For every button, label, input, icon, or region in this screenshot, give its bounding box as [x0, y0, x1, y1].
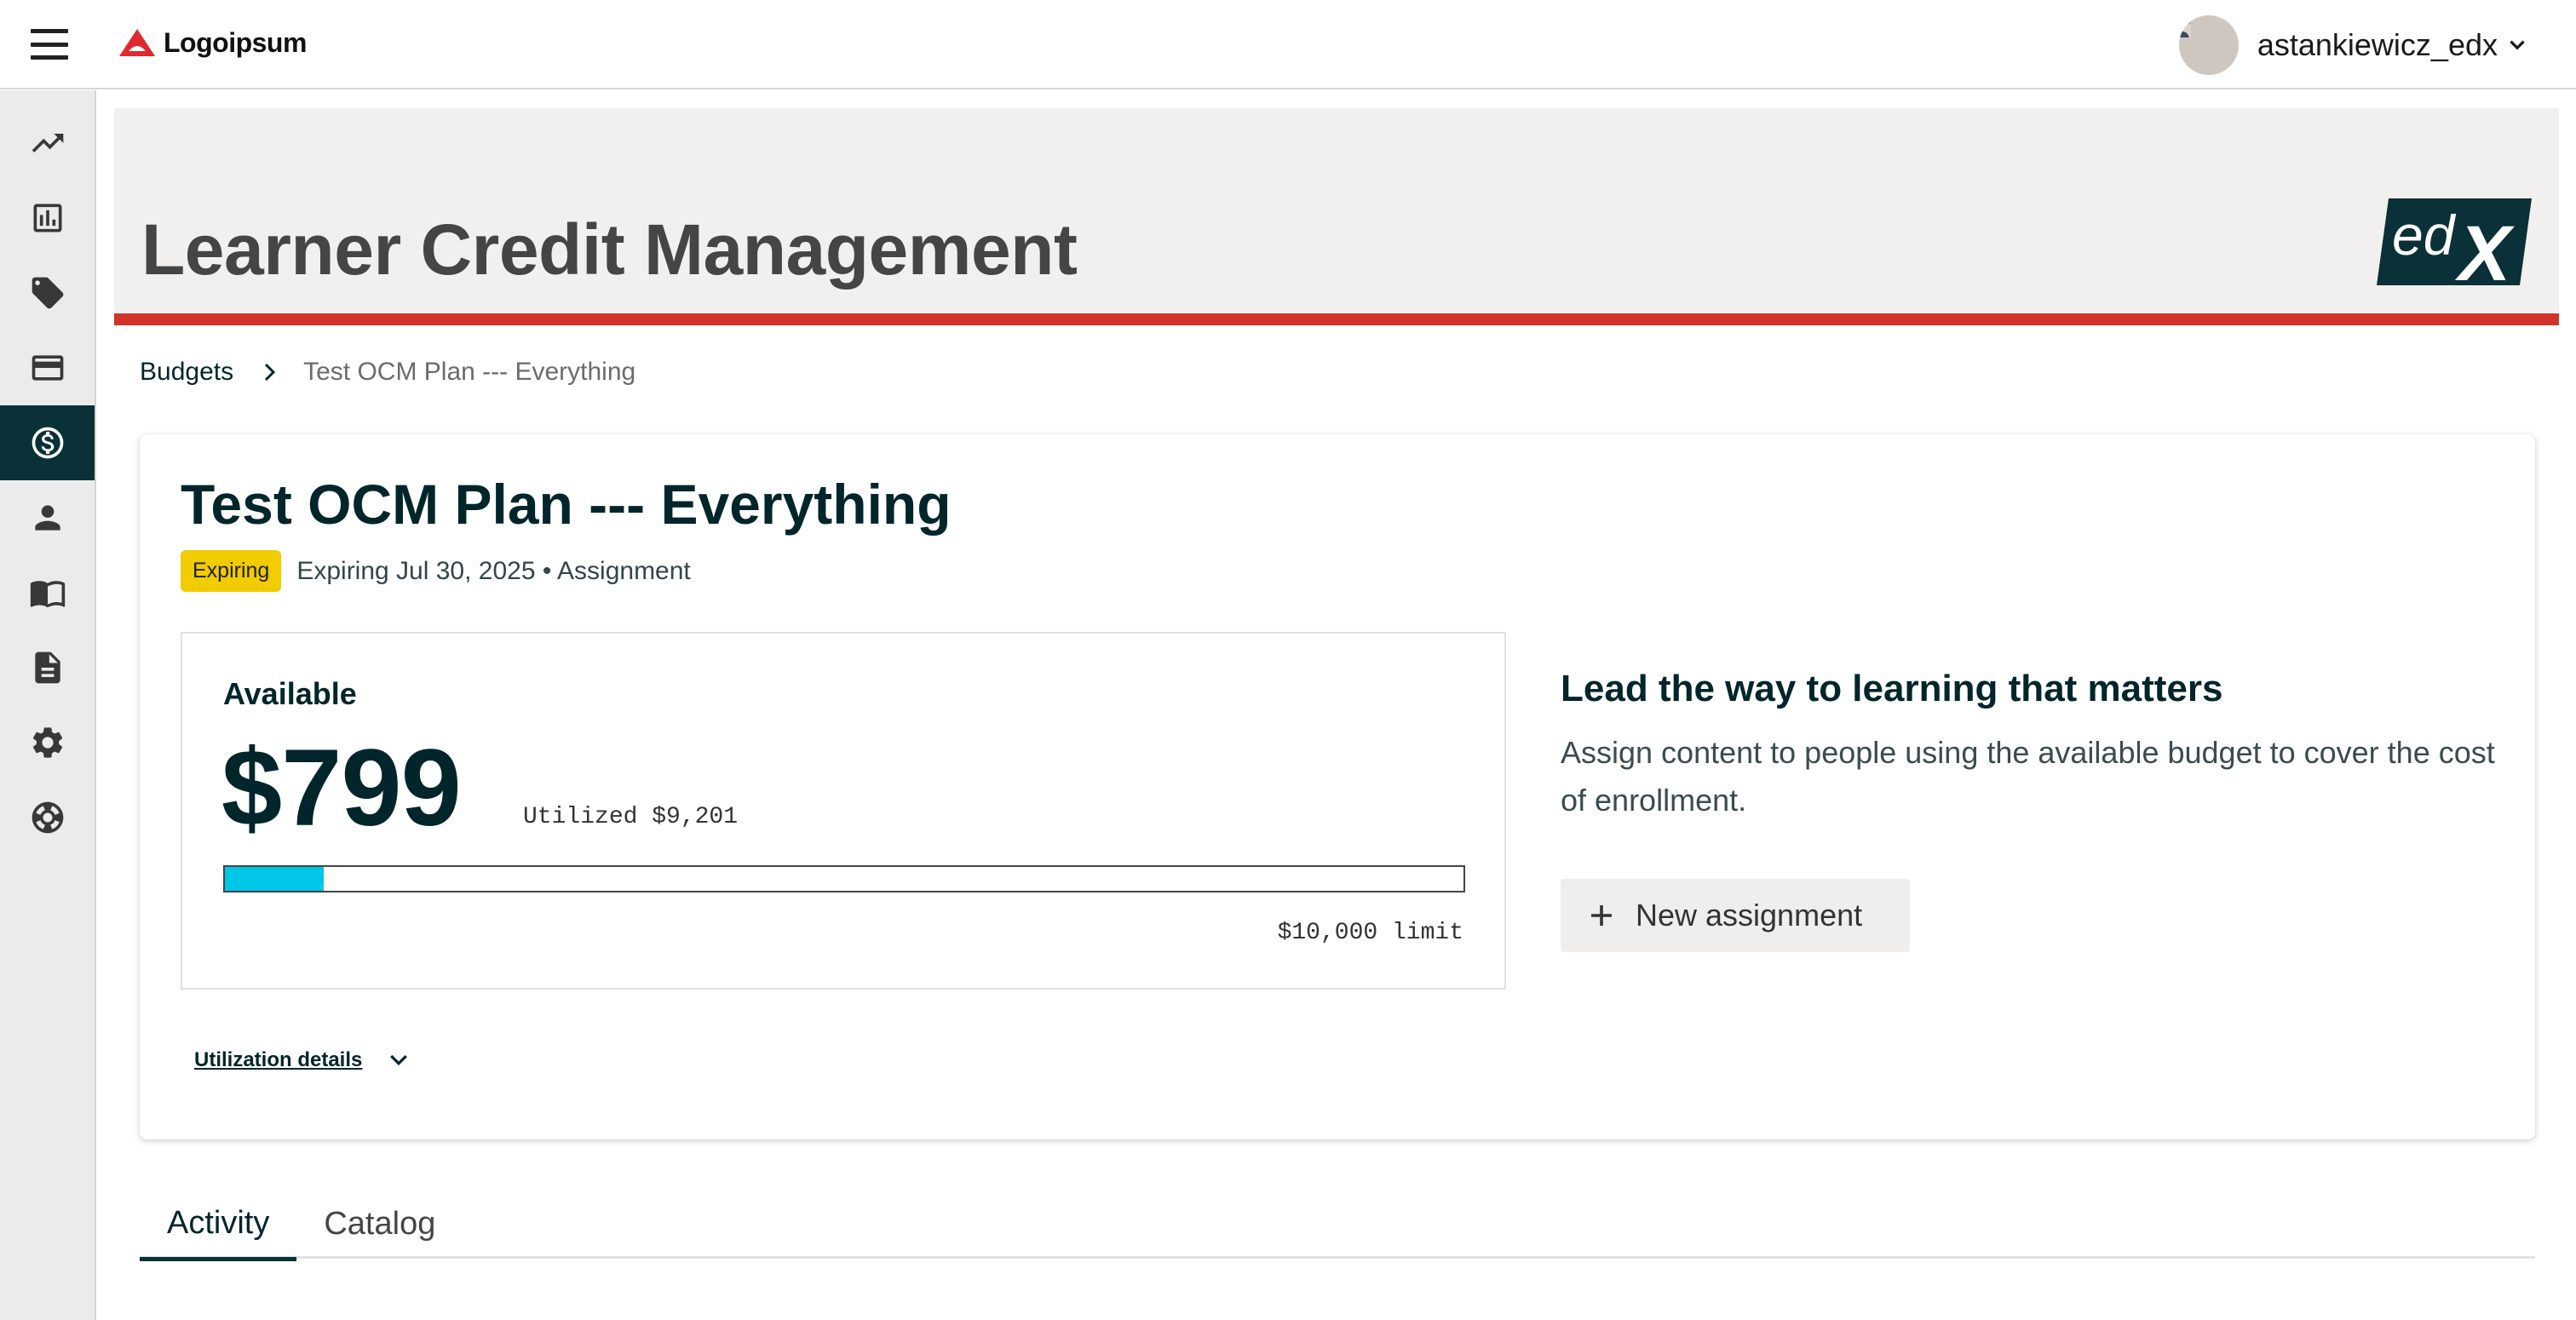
username: astankiewicz_edx [2257, 27, 2498, 62]
available-amount: $799 [221, 727, 462, 849]
sidebar-item-subscriptions[interactable] [0, 330, 95, 405]
utilized-amount: Utilized $9,201 [523, 804, 739, 830]
sidebar-item-analytics[interactable] [0, 106, 95, 181]
logo-text: Logoipsum [164, 26, 307, 58]
breadcrumb: Budgets Test OCM Plan --- Everything [140, 358, 635, 387]
sidebar-item-reports[interactable] [0, 181, 95, 255]
new-assignment-label: New assignment [1636, 898, 1863, 933]
gear-icon [32, 727, 62, 758]
avatar [2178, 15, 2239, 75]
status-badge: Expiring [181, 550, 282, 592]
available-label: Available [223, 676, 357, 711]
bar-chart-icon [33, 204, 61, 232]
dollar-icon [32, 427, 63, 459]
chevron-down-icon [390, 1054, 408, 1066]
logo-icon [119, 29, 155, 56]
budget-meta-text: Expiring Jul 30, 2025 • Assignment [296, 556, 691, 585]
available-box: Available $799 Utilized $9,201 $10,000 l… [181, 632, 1506, 990]
sidebar-item-codes[interactable] [0, 255, 95, 330]
new-assignment-button[interactable]: New assignment [1561, 879, 1910, 952]
svg-text:X: X [2454, 210, 2515, 285]
utilization-details-link[interactable]: Utilization details [194, 1048, 362, 1072]
lead-description: Assign content to people using the avail… [1561, 735, 2495, 818]
sidebar-item-settings[interactable] [0, 705, 95, 780]
chevron-down-icon [2510, 40, 2525, 50]
sidebar-item-learner-credit[interactable] [0, 405, 95, 480]
budget-title: Test OCM Plan --- Everything [181, 473, 952, 536]
sidebar [0, 90, 96, 1320]
plus-icon [1591, 905, 1612, 926]
page-title: Learner Credit Management [141, 209, 1078, 290]
tab-bar: Activity Catalog [140, 1189, 2535, 1261]
sidebar-item-content[interactable] [0, 555, 95, 630]
credit-card-icon [32, 355, 63, 381]
book-icon [30, 581, 65, 608]
logo[interactable]: Logoipsum [118, 26, 307, 60]
hero-banner: Learner Credit Management ed X [114, 108, 2559, 325]
sidebar-item-people[interactable] [0, 480, 95, 555]
user-menu[interactable]: astankiewicz_edx [2178, 15, 2528, 75]
tag-icon [32, 277, 63, 309]
lead-title: Lead the way to learning that matters [1561, 668, 2223, 709]
progress-fill [225, 867, 325, 891]
document-icon [34, 651, 60, 684]
person-icon [34, 505, 60, 531]
utilization-progress-bar [223, 865, 1465, 892]
sidebar-item-support[interactable] [0, 780, 95, 855]
utilization-details-toggle[interactable]: Utilization details [194, 1047, 411, 1073]
menu-icon[interactable] [31, 29, 68, 60]
budget-meta: Expiring Expiring Jul 30, 2025 • Assignm… [181, 550, 691, 592]
trending-up-icon [32, 134, 63, 152]
budget-card: Test OCM Plan --- Everything Expiring Ex… [140, 434, 2535, 1139]
breadcrumb-link-budgets[interactable]: Budgets [140, 358, 233, 387]
edx-logo: ed X [2377, 198, 2532, 285]
chevron-right-icon [261, 361, 279, 383]
top-bar: Logoipsum astankiewicz_edx [0, 0, 2576, 89]
svg-text:ed: ed [2392, 204, 2457, 267]
breadcrumb-current: Test OCM Plan --- Everything [303, 358, 636, 386]
budget-limit: $10,000 limit [1277, 920, 1463, 946]
support-icon [32, 801, 63, 834]
sidebar-item-documents[interactable] [0, 630, 95, 705]
tab-activity[interactable]: Activity [140, 1189, 297, 1261]
tab-catalog[interactable]: Catalog [296, 1189, 463, 1259]
